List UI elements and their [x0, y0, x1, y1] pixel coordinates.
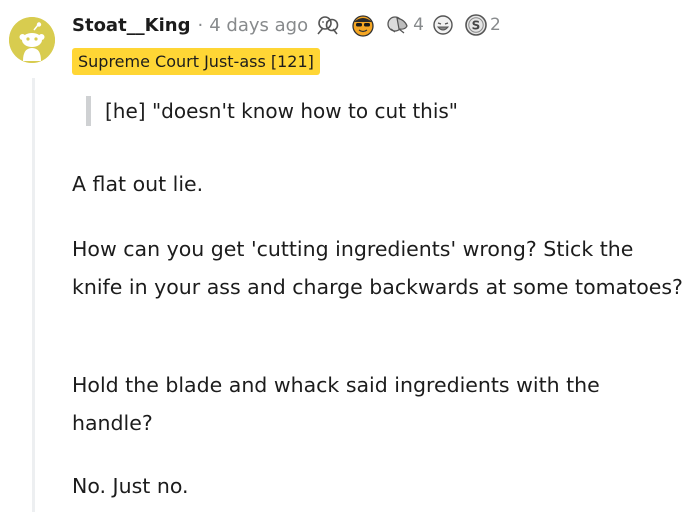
comment-container: Stoat__King · 4 days ago 4 S 2 Supreme C…: [0, 0, 700, 512]
svg-text:S: S: [472, 19, 481, 33]
award-sunglasses[interactable]: [350, 13, 378, 37]
silver-coin-award-icon: S: [465, 14, 487, 36]
award-laughing[interactable]: [431, 14, 457, 36]
comment-header: Stoat__King · 4 days ago 4 S 2: [72, 9, 501, 41]
facepalm-award-icon: [387, 16, 408, 34]
comment-paragraph: A flat out lie.: [72, 172, 204, 196]
award-facepalm[interactable]: 4: [385, 14, 424, 36]
award-hugz[interactable]: [315, 14, 343, 36]
sunglasses-face-award-icon: [352, 15, 374, 37]
thread-collapse-line[interactable]: [32, 78, 35, 512]
award-silver-count: 2: [489, 15, 501, 35]
comment-paragraph: How can you get 'cutting ingredients' wr…: [72, 237, 683, 299]
comment-paragraph: Hold the blade and whack said ingredient…: [72, 373, 600, 435]
author-username[interactable]: Stoat__King: [72, 15, 191, 36]
laughing-face-award-icon: [433, 15, 453, 35]
blockquote: [he] "doesn't know how to cut this": [86, 96, 682, 126]
award-silver[interactable]: S 2: [464, 13, 501, 37]
user-flair: Supreme Court Just-ass [121]: [72, 48, 320, 75]
comment-paragraph: No. Just no.: [72, 474, 189, 498]
user-avatar[interactable]: [9, 17, 55, 63]
comment-body: [he] "doesn't know how to cut this" A fl…: [72, 90, 683, 498]
hugz-award-icon: [317, 16, 339, 35]
snoo-avatar-icon: [9, 17, 55, 63]
meta-separator: ·: [197, 14, 204, 36]
comment-timestamp[interactable]: 4 days ago: [209, 15, 308, 36]
award-facepalm-count: 4: [413, 15, 424, 35]
